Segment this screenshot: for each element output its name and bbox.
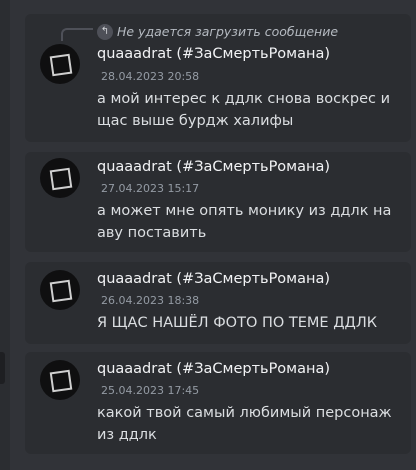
- timestamp: 26.04.2023 18:38: [101, 294, 200, 307]
- timestamp: 28.04.2023 20:58: [101, 70, 200, 83]
- username[interactable]: quaaadrat (#ЗаСмертьРомана): [97, 270, 330, 288]
- square-avatar-glyph: [49, 53, 73, 77]
- reply-unavailable-text[interactable]: Не удается загрузить сообщение: [117, 24, 338, 40]
- username[interactable]: quaaadrat (#ЗаСмертьРомана): [97, 45, 330, 63]
- username[interactable]: quaaadrat (#ЗаСмертьРомана): [97, 158, 330, 176]
- square-avatar-glyph: [49, 167, 73, 191]
- reply-arrow-icon: ↰: [97, 24, 113, 40]
- avatar[interactable]: [40, 270, 80, 310]
- avatar[interactable]: [40, 360, 80, 400]
- timestamp: 25.04.2023 17:45: [101, 384, 200, 397]
- left-scroll-strip: [0, 0, 10, 470]
- reply-connector-line: [61, 28, 93, 41]
- message-content: какой твой самый любимый персонаж из ддл…: [97, 405, 392, 443]
- square-avatar-glyph: [49, 279, 73, 303]
- avatar[interactable]: [40, 158, 80, 198]
- scroll-handle[interactable]: [0, 352, 5, 384]
- message-content: а мой интерес к ддлк снова воскрес и щас…: [97, 91, 391, 129]
- avatar[interactable]: [40, 44, 80, 84]
- square-avatar-glyph: [49, 369, 73, 393]
- message-content: а может мне опять монику из ддлк на аву …: [97, 203, 392, 241]
- message-content: Я ЩАС НАШЁЛ ФОТО ПО ТЕМЕ ДДЛК: [97, 315, 378, 331]
- username[interactable]: quaaadrat (#ЗаСмертьРомана): [97, 360, 330, 378]
- timestamp: 27.04.2023 15:17: [101, 182, 200, 195]
